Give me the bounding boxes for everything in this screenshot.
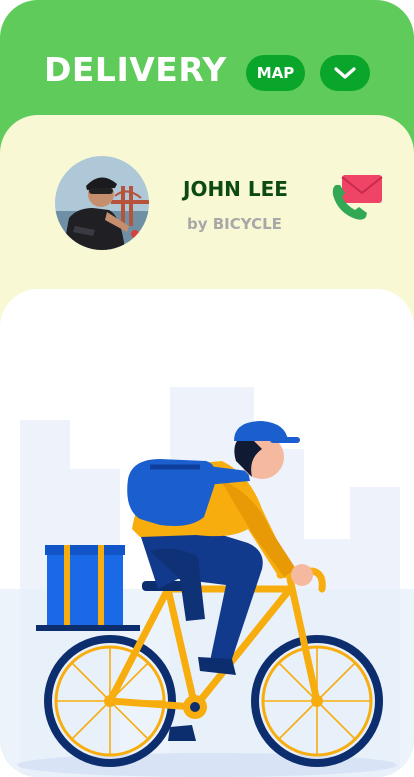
delivery-screen: DELIVERY MAP JOHN LEE by BICYCLE (0, 0, 414, 777)
courier-name: JOHN LEE (183, 177, 288, 201)
delivery-illustration-panel (0, 289, 414, 777)
contact-button[interactable] (330, 173, 386, 225)
avatar[interactable] (55, 156, 149, 250)
dropdown-button[interactable] (320, 55, 370, 91)
page-title: DELIVERY (44, 50, 227, 89)
chevron-down-icon (334, 67, 356, 79)
map-button[interactable]: MAP (246, 55, 305, 91)
courier-avatar (55, 156, 149, 250)
delivery-cyclist-illustration (0, 387, 414, 777)
mail-icon (341, 175, 383, 203)
delivery-method: by BICYCLE (187, 215, 282, 233)
